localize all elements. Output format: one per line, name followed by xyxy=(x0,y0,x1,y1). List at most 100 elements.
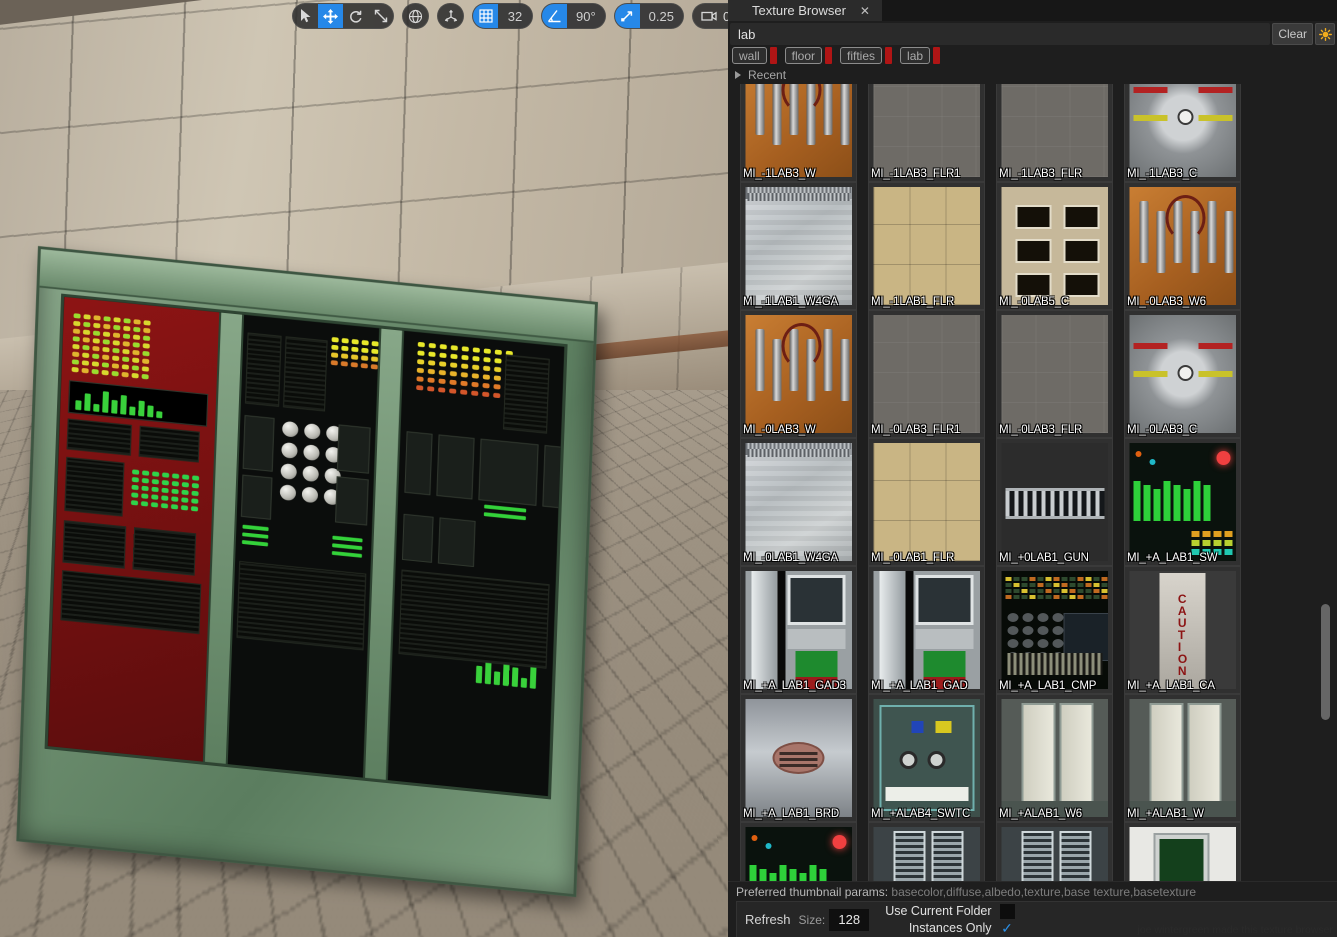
clear-button[interactable]: Clear xyxy=(1272,23,1313,45)
texture-label: MI_+ALAB4_SWTC xyxy=(871,808,971,820)
texture-cell[interactable]: MI_+A_LAB1_GAD xyxy=(868,566,985,694)
scale-snap-value[interactable]: 0.25 xyxy=(639,4,683,28)
texture-cell[interactable]: MI_-0LAB3_FLR xyxy=(996,310,1113,438)
search-input[interactable] xyxy=(730,23,1271,45)
viewport-toolbar[interactable]: 32 90° 0.25 0 xyxy=(292,3,728,29)
filter-chip-delete-wall[interactable] xyxy=(769,47,777,64)
texture-cell[interactable]: MI_-0LAB3_FLR1 xyxy=(868,310,985,438)
3d-viewport[interactable]: 32 90° 0.25 0 xyxy=(0,0,728,937)
texture-cell[interactable]: MI_+A_LAB1_GAD3 xyxy=(740,566,857,694)
close-icon[interactable]: ✕ xyxy=(860,4,870,18)
texture-thumbnail xyxy=(745,571,852,689)
camera-speed-control[interactable]: 0.4 xyxy=(691,3,728,29)
use-current-folder-checkbox[interactable] xyxy=(999,903,1015,919)
texture-cell[interactable]: MI_-1LAB1_FLR xyxy=(868,182,985,310)
texture-label: MI_+ALAB1_W6 xyxy=(999,808,1082,820)
preferred-params-value[interactable]: basecolor,diffuse,albedo,texture,base te… xyxy=(891,885,1196,899)
grid-snap-value[interactable]: 32 xyxy=(498,4,532,28)
texture-thumbnail xyxy=(873,315,980,433)
world-space-button[interactable] xyxy=(403,4,428,28)
texture-cell[interactable]: MI_+A_LAB1_BRD xyxy=(740,694,857,822)
lab-console-model[interactable] xyxy=(16,246,599,898)
texture-cell[interactable]: MI_-0LAB3_C xyxy=(1124,310,1241,438)
texture-label: MI_+A_LAB1_BRD xyxy=(743,808,839,820)
texture-cell[interactable]: MI_+0LAB1_GUN xyxy=(996,438,1113,566)
select-tool-button[interactable] xyxy=(293,4,318,28)
sun-icon[interactable] xyxy=(1315,23,1335,45)
texture-cell[interactable]: MI_+ALAB1_PNL xyxy=(996,822,1113,881)
texture-cell[interactable]: MI_-0LAB5_C xyxy=(996,182,1113,310)
refresh-button[interactable]: Refresh xyxy=(737,912,799,927)
texture-cell[interactable]: MI_+ALAB1_DOOR xyxy=(1124,822,1241,881)
texture-cell[interactable]: MI_-1LAB3_FLR1 xyxy=(868,84,985,182)
use-current-folder-row[interactable]: Use Current Folder xyxy=(885,903,1015,919)
scale-tool-button[interactable] xyxy=(368,4,393,28)
texture-cell[interactable]: MI_+ALAB4_SWTC xyxy=(868,694,985,822)
texture-thumbnail-wrap xyxy=(745,827,852,881)
texture-cell[interactable]: C A U T I O N MI_+A_LAB1_CA xyxy=(1124,566,1241,694)
texture-cell[interactable]: MI_-1LAB1_W4GA xyxy=(740,182,857,310)
texture-thumbnail xyxy=(1001,84,1108,177)
texture-cell[interactable]: MI_-0LAB1_FLR xyxy=(868,438,985,566)
texture-thumbnail-wrap xyxy=(745,443,852,561)
size-input[interactable] xyxy=(829,908,870,931)
filter-chip-lab: lab xyxy=(900,47,941,64)
filter-chip-label-lab[interactable]: lab xyxy=(900,47,931,64)
scale-snap-button[interactable] xyxy=(614,4,640,28)
texture-cell[interactable]: MI_-0LAB1_W4GA xyxy=(740,438,857,566)
texture-thumbnail-wrap xyxy=(1129,699,1236,817)
browser-bottom-bar: Preferred thumbnail params: basecolor,di… xyxy=(728,881,1337,937)
scale-snap-group[interactable]: 0.25 xyxy=(613,3,684,29)
filter-chip-floor: floor xyxy=(784,47,833,64)
texture-cell[interactable]: MI_+ALAB1_W xyxy=(1124,694,1241,822)
texture-cell[interactable]: MI_+ALAB1_PNL1 xyxy=(868,822,985,881)
instances-only-checkbox[interactable]: ✓ xyxy=(1000,920,1015,936)
texture-cell[interactable]: MI_-1LAB3_C xyxy=(1124,84,1241,182)
move-tool-button[interactable] xyxy=(318,4,343,28)
texture-thumbnail-wrap xyxy=(745,84,852,177)
pivot-group[interactable] xyxy=(437,3,464,29)
texture-cell[interactable]: MI_-0LAB3_W xyxy=(740,310,857,438)
texture-cell[interactable]: MI_+ALAB1_W6 xyxy=(996,694,1113,822)
world-space-group[interactable] xyxy=(402,3,429,29)
texture-thumbnail xyxy=(873,84,980,177)
texture-label: MI_-1LAB3_C xyxy=(1127,168,1198,180)
filter-chip-label-wall[interactable]: wall xyxy=(732,47,767,64)
texture-cell[interactable]: MI_-0LAB3_W6 xyxy=(1124,182,1241,310)
scrollbar-thumb[interactable] xyxy=(1321,604,1330,720)
filter-chip-delete-lab[interactable] xyxy=(933,47,941,64)
pivot-button[interactable] xyxy=(438,4,463,28)
texture-browser-panel[interactable]: Texture Browser ✕ Clear wall floor fifties… xyxy=(728,0,1337,937)
texture-grid-scrollbar[interactable] xyxy=(1321,84,1330,881)
tab-texture-browser[interactable]: Texture Browser ✕ xyxy=(728,0,882,21)
angle-snap-button[interactable] xyxy=(542,4,567,28)
transform-mode-group[interactable] xyxy=(292,3,394,29)
texture-label: MI_+A_LAB1_CA xyxy=(1127,680,1215,692)
angle-snap-group[interactable]: 90° xyxy=(541,3,606,29)
recent-label: Recent xyxy=(748,68,787,82)
texture-thumbnail-wrap xyxy=(1129,827,1236,881)
grid-snap-group[interactable]: 32 xyxy=(472,3,533,29)
rotate-tool-button[interactable] xyxy=(343,4,368,28)
filter-chip-label-fifties[interactable]: fifties xyxy=(840,47,883,64)
recent-section-toggle[interactable]: Recent xyxy=(728,66,1337,84)
filter-chip-delete-floor[interactable] xyxy=(825,47,833,64)
texture-cell[interactable]: MI_+ALAB1_SW xyxy=(740,822,857,881)
texture-cell[interactable]: MI_-1LAB3_FLR xyxy=(996,84,1113,182)
texture-cell[interactable]: MI_+A_LAB1_SW xyxy=(1124,438,1241,566)
angle-snap-value[interactable]: 90° xyxy=(567,4,605,28)
texture-grid-scroll[interactable]: MI_-1LAB3_W MI_-1LAB3_FLR1 MI_-1LAB3_FLR MI… xyxy=(728,84,1337,881)
texture-label: MI_-0LAB1_W4GA xyxy=(743,552,838,564)
filter-chip-label-floor[interactable]: floor xyxy=(784,47,823,64)
filter-chip-wall: wall xyxy=(732,47,777,64)
texture-thumbnail-wrap xyxy=(1129,187,1236,305)
size-label: Size: xyxy=(798,912,826,927)
instances-only-row[interactable]: Instances Only ✓ xyxy=(885,920,1015,936)
texture-cell[interactable]: MI_+A_LAB1_CMP xyxy=(996,566,1113,694)
filter-chip-delete-fifties[interactable] xyxy=(885,47,893,64)
grid-snap-button[interactable] xyxy=(473,4,498,28)
texture-thumbnail-wrap xyxy=(745,571,852,689)
scale-icon xyxy=(374,9,388,23)
texture-cell[interactable]: MI_-1LAB3_W xyxy=(740,84,857,182)
texture-label: MI_-1LAB3_FLR1 xyxy=(871,168,961,180)
